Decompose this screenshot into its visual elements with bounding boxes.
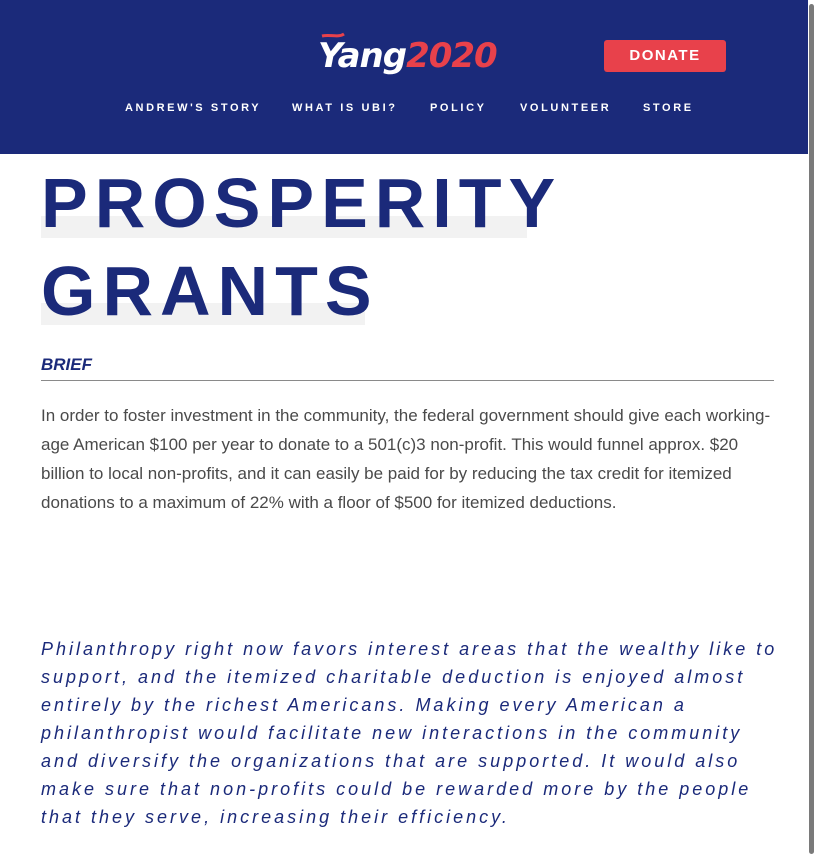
nav-item-volunteer[interactable]: VOLUNTEER bbox=[520, 100, 611, 116]
nav-item-andrews-story[interactable]: ANDREW'S STORY bbox=[125, 100, 261, 116]
logo-year-text: 2020 bbox=[406, 36, 498, 76]
brief-label: BRIEF bbox=[41, 355, 92, 374]
pull-quote: Philanthropy right now favors interest a… bbox=[41, 639, 778, 827]
vertical-scrollbar[interactable] bbox=[808, 0, 815, 856]
scrollbar-thumb[interactable] bbox=[809, 4, 814, 854]
logo-swoosh-icon bbox=[321, 32, 345, 38]
nav-item-policy[interactable]: POLICY bbox=[430, 100, 487, 116]
page-title-line-1: PROSPERITY bbox=[41, 164, 563, 242]
main-nav: ANDREW'S STORY WHAT IS UBI? POLICY VOLUN… bbox=[0, 100, 808, 116]
donate-button[interactable]: DONATE bbox=[604, 40, 726, 72]
nav-item-store[interactable]: STORE bbox=[643, 100, 694, 116]
section-divider bbox=[41, 380, 774, 381]
nav-item-what-is-ubi[interactable]: WHAT IS UBI? bbox=[292, 100, 398, 116]
page-title-line-2: GRANTS bbox=[41, 252, 379, 330]
site-header: Yang2020 DONATE ANDREW'S STORY WHAT IS U… bbox=[0, 0, 808, 154]
brief-paragraph: In order to foster investment in the com… bbox=[41, 406, 771, 512]
